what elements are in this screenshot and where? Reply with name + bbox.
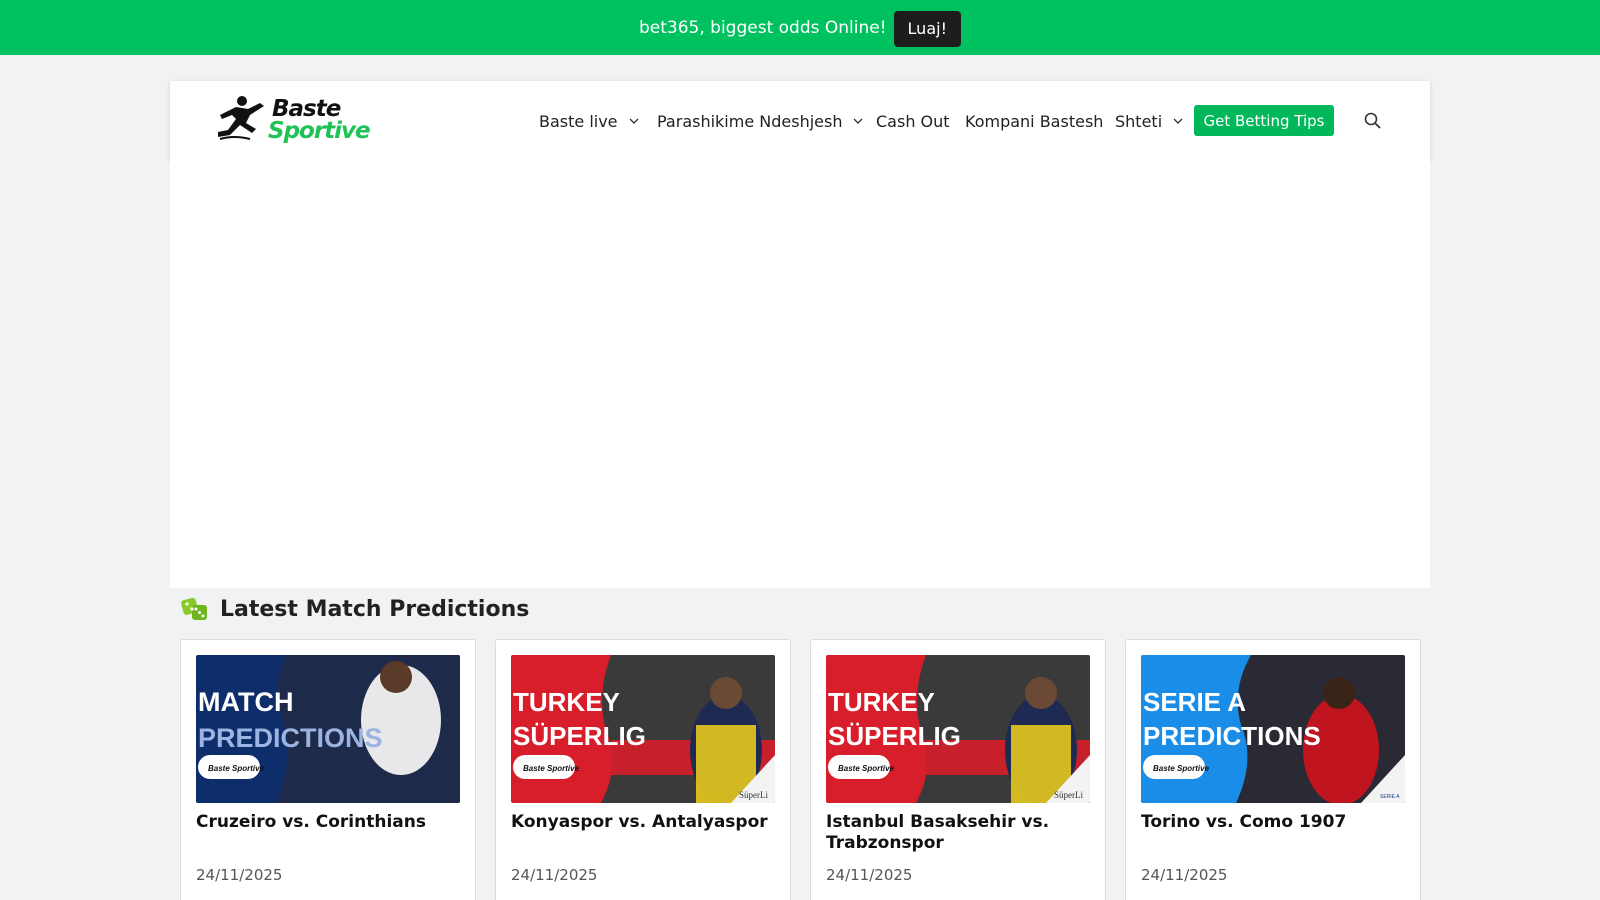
- card-title[interactable]: Istanbul Basaksehir vs. Trabzonspor: [826, 812, 1094, 854]
- card-title[interactable]: Torino vs. Como 1907: [1141, 812, 1409, 833]
- site-logo[interactable]: Baste Sportive: [214, 95, 371, 145]
- thumb-badge: SüperLi: [739, 790, 768, 800]
- search-icon[interactable]: [1363, 111, 1383, 131]
- card-date: 24/11/2025: [826, 866, 913, 884]
- prediction-card[interactable]: SERIE A PREDICTIONS Baste Sportive SERIE…: [1125, 639, 1421, 900]
- thumb-line2: SÜPERLIG: [513, 721, 646, 751]
- section-header: Latest Match Predictions: [180, 595, 529, 623]
- nav-baste-live[interactable]: Baste live: [539, 110, 640, 132]
- get-betting-tips-button[interactable]: Get Betting Tips: [1194, 105, 1334, 136]
- card-thumbnail[interactable]: TURKEY SÜPERLIG Baste Sportive SüperLi: [826, 655, 1090, 803]
- thumb-badge: SüperLi: [1054, 790, 1083, 800]
- thumb-line1: SERIE A: [1143, 687, 1246, 717]
- promo-bar: bet365, biggest odds Online! Luaj!: [0, 0, 1600, 55]
- logo-line2: Sportive: [268, 118, 371, 144]
- thumb-line1: TURKEY: [828, 687, 935, 717]
- nav-kompani-bastesh[interactable]: Kompani Bastesh: [965, 110, 1103, 132]
- nav-label: Baste live: [539, 111, 618, 131]
- nav-cash-out[interactable]: Cash Out: [876, 110, 950, 132]
- section-title: Latest Match Predictions: [220, 596, 530, 622]
- card-title[interactable]: Cruzeiro vs. Corinthians: [196, 812, 464, 833]
- dice-icon: [181, 597, 207, 620]
- promo-text: bet365, biggest odds Online!: [639, 17, 887, 38]
- card-date: 24/11/2025: [1141, 866, 1228, 884]
- card-thumbnail[interactable]: SERIE A PREDICTIONS Baste Sportive SERIE…: [1141, 655, 1405, 803]
- nav-label: Kompani Bastesh: [965, 111, 1104, 131]
- prediction-card[interactable]: TURKEY SÜPERLIG Baste Sportive SüperLi I…: [810, 639, 1106, 900]
- thumb-badge: SERIE A: [1380, 794, 1400, 800]
- thumb-line2: SÜPERLIG: [828, 721, 961, 751]
- card-title[interactable]: Konyaspor vs. Antalyaspor: [511, 812, 779, 833]
- thumb-line2: PREDICTIONS: [1143, 721, 1321, 751]
- thumb-logo: Baste Sportive: [523, 764, 580, 773]
- thumb-logo: Baste Sportive: [1153, 764, 1210, 773]
- card-date: 24/11/2025: [196, 866, 283, 884]
- prediction-card[interactable]: MATCH PREDICTIONS Baste Sportive Cruzeir…: [180, 639, 476, 900]
- site-header: Baste Sportive Baste live Parashikime Nd…: [170, 81, 1430, 161]
- nav-label: Cash Out: [876, 111, 950, 131]
- nav-label: Parashikime Ndeshjesh: [657, 111, 843, 131]
- chevron-down-icon: [854, 118, 863, 124]
- runner-logo-icon: [218, 96, 264, 140]
- thumb-line1: TURKEY: [513, 687, 620, 717]
- card-date: 24/11/2025: [511, 866, 598, 884]
- chevron-down-icon: [1173, 118, 1183, 124]
- card-thumbnail[interactable]: MATCH PREDICTIONS Baste Sportive: [196, 655, 460, 803]
- nav-label: Shteti: [1115, 111, 1163, 131]
- prediction-card[interactable]: TURKEY SÜPERLIG Baste Sportive SüperLi K…: [495, 639, 791, 900]
- thumb-line1: MATCH: [198, 687, 293, 717]
- thumb-line2: PREDICTIONS: [198, 723, 383, 753]
- ad-placeholder: [170, 161, 1430, 588]
- card-thumbnail[interactable]: TURKEY SÜPERLIG Baste Sportive SüperLi: [511, 655, 775, 803]
- nav-parashikime-ndeshjesh[interactable]: Parashikime Ndeshjesh: [657, 110, 864, 132]
- thumb-logo: Baste Sportive: [208, 764, 265, 773]
- promo-play-button[interactable]: Luaj!: [893, 10, 961, 47]
- chevron-down-icon: [629, 118, 638, 124]
- thumb-logo: Baste Sportive: [838, 764, 895, 773]
- nav-shteti[interactable]: Shteti: [1115, 110, 1184, 132]
